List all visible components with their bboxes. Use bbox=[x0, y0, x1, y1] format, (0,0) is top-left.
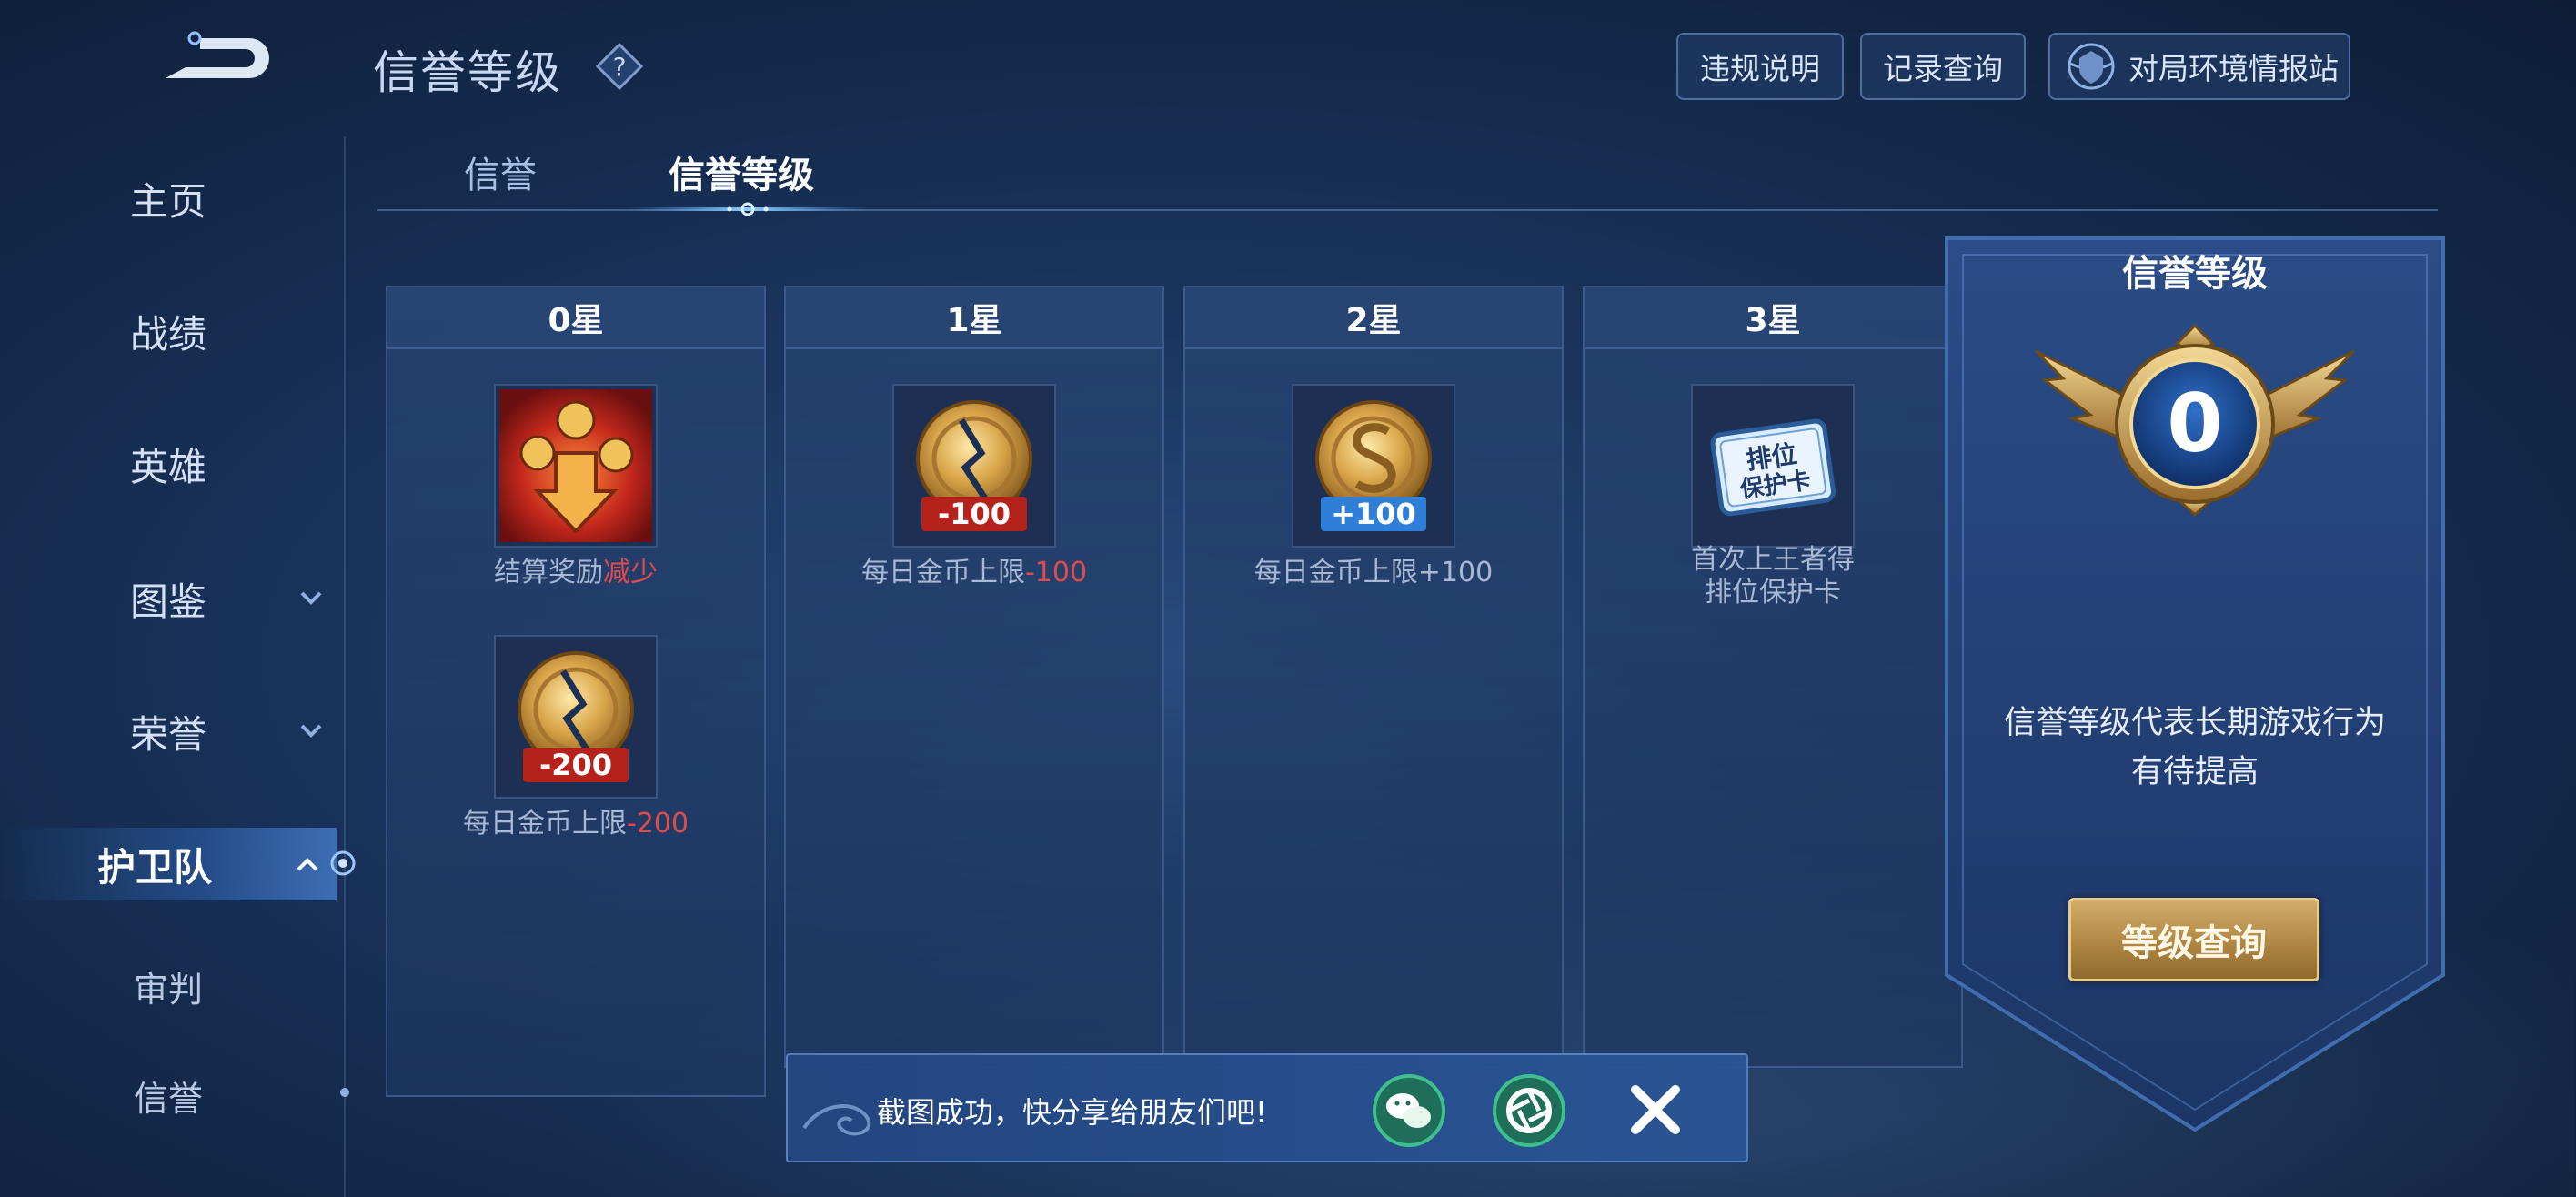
column-header: 0星 bbox=[387, 287, 764, 349]
sidebar-item-label: 战绩 bbox=[129, 311, 206, 357]
coin-badge-text: +100 bbox=[1331, 497, 1416, 531]
item-label-text: 结算奖励 bbox=[494, 557, 603, 588]
coin-plus-100-icon: +100 bbox=[1292, 384, 1455, 548]
chevron-down-icon bbox=[300, 591, 322, 605]
sidebar-item-guard[interactable]: 护卫队 bbox=[0, 828, 337, 900]
rank-description-line: 有待提高 bbox=[2130, 754, 2259, 790]
sidebar-item-heroes[interactable]: 英雄 bbox=[0, 428, 337, 500]
toast-message: 截图成功，快分享给朋友们吧! bbox=[877, 1095, 1267, 1130]
sidebar-item-codex[interactable]: 图鉴 bbox=[0, 562, 337, 635]
star-column-2: 2星 +100 每日金币上限+100 bbox=[1183, 286, 1564, 1068]
level-query-button[interactable]: 等级查询 bbox=[2068, 898, 2319, 981]
sidebar-item-records[interactable]: 战绩 bbox=[0, 295, 337, 367]
item-label-highlight: -100 bbox=[1024, 557, 1088, 588]
tab-credit[interactable]: 信誉 bbox=[464, 146, 537, 198]
item-label: 每日金币上限-100 bbox=[786, 557, 1162, 589]
back-button[interactable] bbox=[155, 27, 273, 91]
coin-minus-200-icon: -200 bbox=[494, 635, 658, 799]
star-column-0: 0星 结算奖励减少 -200 每日金币上限-200 bbox=[386, 286, 766, 1097]
close-icon[interactable] bbox=[1625, 1079, 1686, 1141]
sidebar-divider bbox=[344, 136, 346, 1197]
item-label-text: 每日金币上限 bbox=[462, 808, 627, 840]
item-label: 每日金币上限-200 bbox=[387, 808, 764, 840]
match-environment-label: 对局环境情报站 bbox=[2128, 51, 2339, 86]
sub-item-dot bbox=[340, 1088, 349, 1097]
item-label-text: 每日金币上限 bbox=[860, 557, 1025, 588]
sidebar-item-label: 信誉 bbox=[133, 1078, 203, 1119]
star-column-1: 1星 -100 每日金币上限-100 bbox=[784, 286, 1164, 1068]
svg-text:?: ? bbox=[613, 52, 627, 82]
sidebar-item-judge[interactable]: 审判 bbox=[0, 950, 337, 1022]
item-label-line: 首次上王者得 bbox=[1691, 544, 1855, 576]
chevron-up-icon bbox=[297, 858, 318, 871]
rank-protection-card-icon: 排位 保护卡 bbox=[1691, 384, 1855, 548]
active-indicator-icon bbox=[330, 850, 356, 876]
records-query-label: 记录查询 bbox=[1883, 51, 2003, 86]
rank-level-value: 0 bbox=[2167, 377, 2222, 470]
sidebar-item-label: 主页 bbox=[129, 178, 206, 224]
sidebar-item-label: 护卫队 bbox=[96, 844, 212, 890]
settlement-reward-reduce-icon bbox=[494, 384, 658, 548]
swirl-decoration-icon bbox=[802, 1104, 871, 1136]
shield-wings-icon bbox=[2068, 43, 2115, 90]
item-label: 结算奖励减少 bbox=[387, 557, 764, 589]
sidebar-item-home[interactable]: 主页 bbox=[0, 162, 337, 235]
column-header: 2星 bbox=[1185, 287, 1562, 349]
sidebar-item-credit[interactable]: 信誉 bbox=[0, 1059, 337, 1132]
wechat-icon[interactable] bbox=[1372, 1073, 1446, 1148]
item-label: 每日金币上限+100 bbox=[1253, 557, 1494, 588]
item-label-highlight: -200 bbox=[626, 808, 689, 840]
chevron-down-icon bbox=[300, 724, 322, 738]
violation-info-button[interactable]: 违规说明 bbox=[1676, 33, 1844, 100]
help-icon[interactable]: ? bbox=[593, 40, 646, 93]
coin-badge-text: -100 bbox=[938, 497, 1011, 531]
match-environment-button[interactable]: 对局环境情报站 bbox=[2048, 33, 2350, 100]
item-label: 首次上王者得 排位保护卡 bbox=[1585, 544, 1961, 609]
screenshot-share-toast: 截图成功，快分享给朋友们吧! bbox=[786, 1053, 1748, 1162]
records-query-button[interactable]: 记录查询 bbox=[1860, 33, 2026, 100]
rank-level-badge: 0 bbox=[2034, 324, 2356, 518]
sidebar-item-label: 图鉴 bbox=[129, 578, 206, 624]
back-arrow-icon bbox=[166, 31, 269, 78]
rank-description-line: 信誉等级代表长期游戏行为 bbox=[2003, 705, 2386, 741]
violation-info-label: 违规说明 bbox=[1700, 51, 1820, 86]
sidebar-item-honor[interactable]: 荣誉 bbox=[0, 695, 337, 768]
sidebar-item-label: 荣誉 bbox=[129, 711, 206, 757]
page-title: 信誉等级 bbox=[373, 46, 562, 99]
item-label-line: 排位保护卡 bbox=[1705, 577, 1841, 609]
level-query-label: 等级查询 bbox=[2121, 922, 2267, 964]
sidebar-item-label: 审判 bbox=[133, 969, 203, 1010]
star-column-3: 3星 排位 保护卡 首次上王者得 排位保护卡 bbox=[1583, 286, 1963, 1068]
moments-icon[interactable] bbox=[1492, 1073, 1566, 1148]
rank-panel-title: 信誉等级 bbox=[2122, 253, 2268, 295]
rank-description: 信誉等级代表长期游戏行为 有待提高 bbox=[1965, 699, 2425, 797]
coin-minus-100-icon: -100 bbox=[892, 384, 1056, 548]
tab-credit-level[interactable]: 信誉等级 bbox=[669, 146, 814, 198]
item-label-highlight: 减少 bbox=[603, 557, 658, 588]
coin-badge-text: -200 bbox=[539, 748, 612, 782]
sidebar-item-label: 英雄 bbox=[129, 444, 206, 489]
column-header: 3星 bbox=[1585, 287, 1961, 349]
column-header: 1星 bbox=[786, 287, 1162, 349]
active-tab-indicator bbox=[628, 202, 869, 216]
